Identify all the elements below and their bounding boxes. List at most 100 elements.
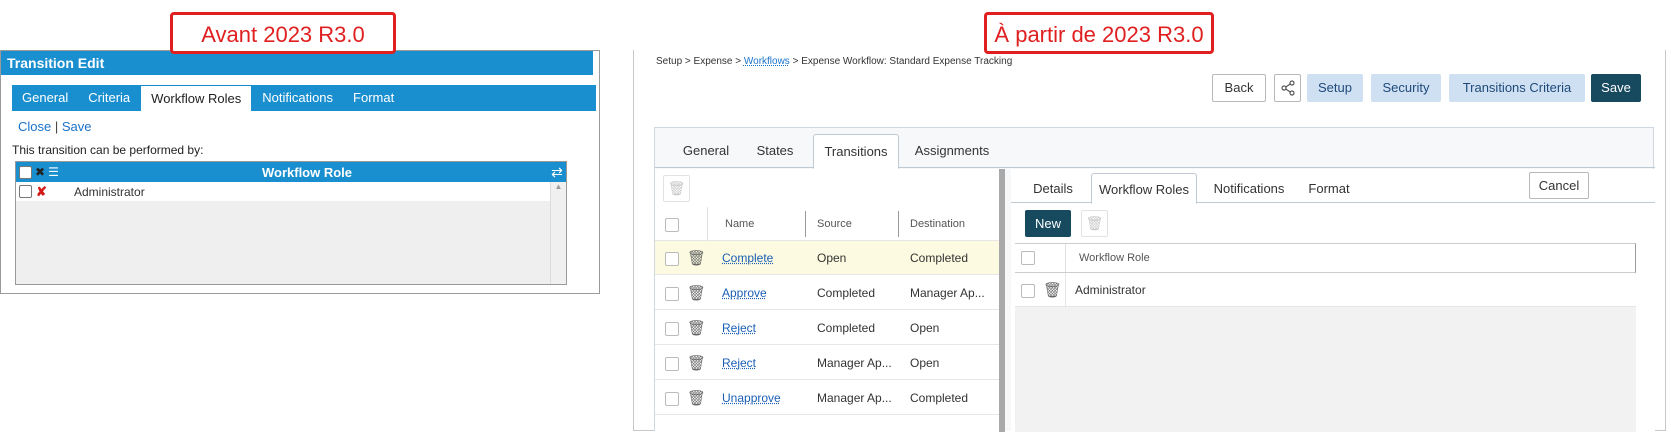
old-tab-criteria[interactable]: Criteria [78, 85, 140, 111]
role-name: Administrator [1075, 283, 1146, 297]
column-header-destination[interactable]: Destination [910, 207, 965, 241]
transition-destination: Open [910, 321, 940, 335]
transition-row[interactable]: 🗑 Approve Completed Manager Ap... [655, 276, 999, 310]
transition-destination: Manager Ap... [910, 286, 985, 300]
old-action-links: Close | Save [18, 119, 92, 134]
detail-tab-details[interactable]: Details [1021, 175, 1085, 203]
new-workflow-editor: Setup > Expense > Workflows > Expense Wo… [633, 50, 1666, 432]
transitions-header-row: Name Source Destination [655, 207, 999, 241]
column-header-source[interactable]: Source [817, 207, 852, 241]
old-swap-columns-icon[interactable]: ⇄ [548, 164, 566, 181]
workflow-role-column-header[interactable]: Workflow Role [1079, 244, 1150, 272]
trash-icon[interactable]: 🗑 [687, 389, 706, 407]
transitions-criteria-button[interactable]: Transitions Criteria [1449, 74, 1585, 102]
transition-row[interactable]: 🗑 Reject Completed Open [655, 311, 999, 345]
security-button[interactable]: Security [1371, 74, 1441, 102]
trash-icon[interactable]: 🗑 [1043, 281, 1062, 299]
transition-name-link[interactable]: Reject [722, 311, 756, 345]
new-role-button[interactable]: New [1025, 210, 1071, 237]
workflow-tab-bar: General States Transitions Assignments [655, 134, 1655, 169]
trash-icon[interactable]: 🗑 [687, 284, 706, 302]
transition-name-link[interactable]: Reject [722, 346, 756, 380]
old-grid-header: ✖ ☰ Workflow Role ⇄ [16, 162, 566, 182]
transition-source: Open [817, 251, 847, 265]
old-save-link[interactable]: Save [62, 119, 92, 134]
transition-row[interactable]: 🗑 Unapprove Manager Ap... Completed [655, 381, 999, 415]
detail-tab-notifications[interactable]: Notifications [1203, 175, 1295, 203]
column-header-name[interactable]: Name [725, 207, 754, 241]
workflow-role-row[interactable]: 🗑 Administrator [1015, 273, 1636, 307]
workflow-roles-grid: Workflow Role 🗑 Administrator [1015, 243, 1636, 432]
trash-icon[interactable]: 🗑 [687, 354, 706, 372]
breadcrumb-workflows-link[interactable]: Workflows [744, 56, 790, 67]
old-tab-notifications[interactable]: Notifications [252, 85, 343, 111]
old-link-separator: | [54, 119, 59, 134]
share-button[interactable] [1274, 74, 1301, 102]
transition-source: Manager Ap... [817, 356, 892, 370]
transition-destination: Completed [910, 251, 969, 265]
role-row-checkbox[interactable] [1021, 284, 1035, 298]
breadcrumb: Setup > Expense > Workflows > Expense Wo… [656, 56, 1012, 67]
callout-before: Avant 2023 R3.0 [170, 12, 396, 54]
old-delete-row-icon[interactable]: ✘ [36, 184, 47, 200]
detail-tab-workflow-roles[interactable]: Workflow Roles [1091, 173, 1197, 204]
detail-tab-bar: Details Workflow Roles Notifications For… [1011, 169, 1655, 204]
tab-general[interactable]: General [669, 134, 743, 168]
transition-destination: Completed [910, 391, 969, 405]
workflow-roles-header: Workflow Role [1015, 243, 1636, 273]
row-checkbox[interactable] [665, 392, 679, 406]
transition-destination: Open [910, 356, 940, 370]
old-tab-format[interactable]: Format [343, 85, 404, 111]
transition-detail-pane: Details Workflow Roles Notifications For… [1011, 169, 1655, 432]
tab-states[interactable]: States [745, 134, 805, 168]
transition-name-link[interactable]: Unapprove [722, 381, 781, 415]
transition-source: Manager Ap... [817, 391, 892, 405]
tab-transitions[interactable]: Transitions [813, 134, 899, 169]
breadcrumb-setup: Setup [656, 56, 683, 67]
old-row-checkbox[interactable] [19, 185, 32, 198]
select-all-checkbox[interactable] [665, 218, 679, 232]
workflow-panel: General States Transitions Assignments 🗑… [654, 127, 1655, 432]
old-transition-edit-window: Transition Edit General Criteria Workflo… [0, 50, 600, 294]
row-checkbox[interactable] [665, 322, 679, 336]
delete-roles-button[interactable]: 🗑 [1081, 210, 1108, 237]
detail-tab-format[interactable]: Format [1299, 175, 1359, 203]
old-delete-header-icon[interactable]: ✖ [35, 165, 45, 179]
old-row-role: Administrator [74, 184, 145, 199]
row-checkbox[interactable] [665, 252, 679, 266]
trash-icon[interactable]: 🗑 [687, 249, 706, 267]
transition-source: Completed [817, 286, 876, 300]
breadcrumb-separator: > [792, 56, 799, 67]
setup-button[interactable]: Setup [1307, 74, 1363, 102]
transition-row[interactable]: 🗑 Complete Open Completed [655, 241, 999, 275]
old-tab-general[interactable]: General [12, 85, 78, 111]
scroll-up-icon[interactable]: ▲ [551, 182, 566, 191]
tab-assignments[interactable]: Assignments [907, 134, 997, 168]
cancel-button[interactable]: Cancel [1529, 172, 1589, 199]
old-tab-workflow-roles[interactable]: Workflow Roles [140, 85, 253, 111]
trash-icon[interactable]: 🗑 [687, 319, 706, 337]
old-tab-bar: General Criteria Workflow Roles Notifica… [12, 85, 596, 111]
transition-source: Completed [817, 321, 876, 335]
transitions-pane: 🗑 Name Source Destination 🗑 Complete Ope… [655, 169, 1005, 432]
old-grid-scrollbar[interactable]: ▲ [550, 182, 566, 284]
breadcrumb-current: Expense Workflow: Standard Expense Track… [801, 56, 1013, 67]
callout-after: À partir de 2023 R3.0 [984, 12, 1214, 54]
old-close-link[interactable]: Close [18, 119, 51, 134]
transition-name-link[interactable]: Approve [722, 276, 767, 310]
delete-transitions-button[interactable]: 🗑 [663, 175, 690, 202]
share-icon [1280, 80, 1295, 96]
trash-icon: 🗑 [667, 180, 686, 196]
trash-icon: 🗑 [1085, 215, 1104, 231]
old-list-icon: ☰ [48, 165, 59, 179]
row-checkbox[interactable] [665, 287, 679, 301]
old-select-all-checkbox[interactable] [19, 165, 32, 179]
row-checkbox[interactable] [665, 357, 679, 371]
transition-name-link[interactable]: Complete [722, 241, 773, 275]
transition-row[interactable]: 🗑 Reject Manager Ap... Open [655, 346, 999, 380]
back-button[interactable]: Back [1212, 74, 1266, 102]
select-all-roles-checkbox[interactable] [1021, 251, 1035, 265]
save-button[interactable]: Save [1591, 74, 1641, 102]
breadcrumb-expense: Expense [693, 56, 733, 67]
old-grid-row: ✘ Administrator [16, 182, 566, 201]
